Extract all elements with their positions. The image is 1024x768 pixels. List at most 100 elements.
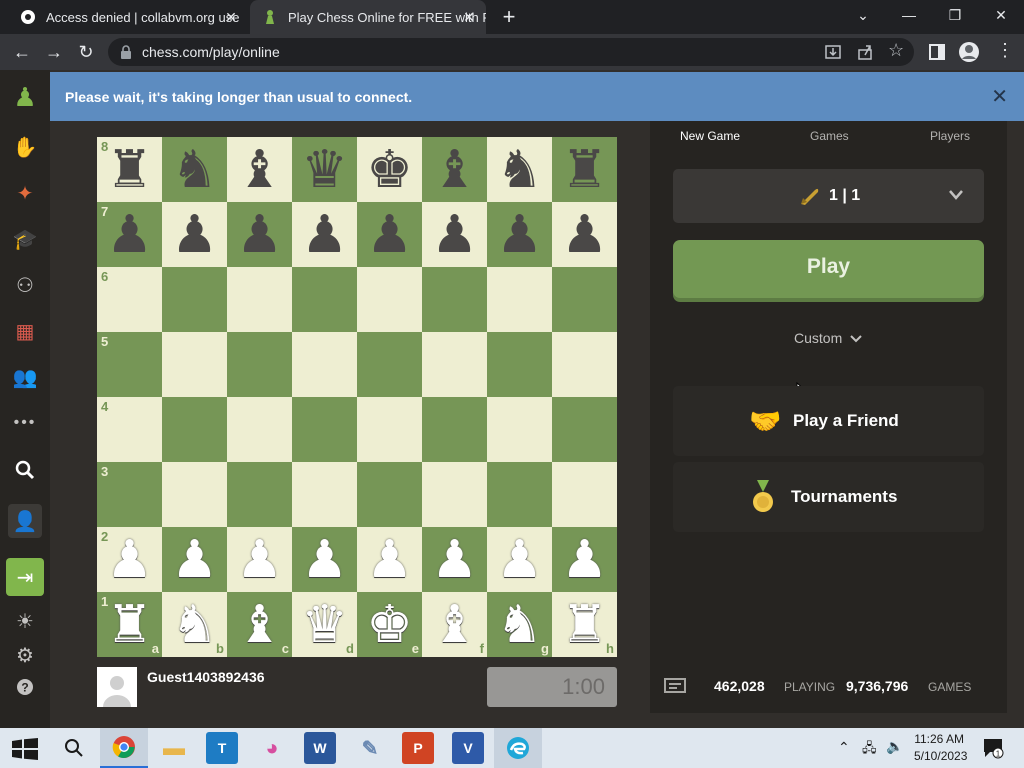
time-control-select[interactable]: 1 | 1 <box>673 169 984 223</box>
restore-icon[interactable]: ❐ <box>932 0 978 30</box>
notifications-icon[interactable]: 1 <box>982 737 1004 759</box>
login-icon[interactable]: ⇥ <box>6 558 44 596</box>
share-icon[interactable] <box>856 43 874 61</box>
learn-mortarboard-icon[interactable]: 🎓 <box>8 222 42 256</box>
close-notice-icon[interactable]: ✕ <box>991 84 1008 109</box>
taskbar-app-icon[interactable]: T <box>206 732 238 764</box>
reload-icon[interactable]: ↻ <box>70 34 102 70</box>
square-c3[interactable] <box>227 462 292 527</box>
square-c1[interactable]: ♝ c <box>227 592 292 657</box>
square-f3[interactable] <box>422 462 487 527</box>
square-g2[interactable]: ♟ <box>487 527 552 592</box>
taskbar-search-icon[interactable] <box>64 738 84 758</box>
square-f2[interactable]: ♟ <box>422 527 487 592</box>
white-piece[interactable]: ♟ <box>301 534 348 586</box>
black-piece[interactable]: ♝ <box>431 144 478 196</box>
square-h1[interactable]: ♜ h <box>552 592 617 657</box>
square-b6[interactable] <box>162 267 227 332</box>
square-a4[interactable]: 4 <box>97 397 162 462</box>
new-tab-icon[interactable]: + <box>498 6 520 28</box>
square-e8[interactable]: ♚ <box>357 137 422 202</box>
square-c2[interactable]: ♟ <box>227 527 292 592</box>
square-d8[interactable]: ♛ <box>292 137 357 202</box>
white-piece[interactable]: ♜ <box>561 599 608 651</box>
taskbar-powerpoint-icon[interactable]: P <box>402 732 434 764</box>
bookmark-star-icon[interactable]: ☆ <box>888 40 904 61</box>
square-f5[interactable] <box>422 332 487 397</box>
white-piece[interactable]: ♟ <box>496 534 543 586</box>
show-hidden-icons-icon[interactable]: ⌃ <box>838 739 850 756</box>
taskbar-edge-icon[interactable] <box>494 728 542 768</box>
address-bar[interactable]: chess.com/play/online <box>108 38 914 66</box>
square-e1[interactable]: ♚ e <box>357 592 422 657</box>
white-piece[interactable]: ♟ <box>561 534 608 586</box>
black-piece[interactable]: ♟ <box>106 209 153 261</box>
tab-games[interactable]: Games <box>810 129 849 143</box>
white-piece[interactable]: ♟ <box>366 534 413 586</box>
taskbar-paint3d-icon[interactable]: ◕ <box>256 732 288 764</box>
square-g4[interactable] <box>487 397 552 462</box>
square-d1[interactable]: ♛ d <box>292 592 357 657</box>
square-d6[interactable] <box>292 267 357 332</box>
black-piece[interactable]: ♞ <box>171 144 218 196</box>
black-piece[interactable]: ♚ <box>366 144 413 196</box>
white-piece[interactable]: ♟ <box>431 534 478 586</box>
square-a3[interactable]: 3 <box>97 462 162 527</box>
square-c5[interactable] <box>227 332 292 397</box>
tab-players[interactable]: Players <box>930 129 970 143</box>
square-a2[interactable]: ♟ 2 <box>97 527 162 592</box>
square-d4[interactable] <box>292 397 357 462</box>
close-tab-icon[interactable]: ✕ <box>222 8 240 26</box>
close-tab-icon[interactable]: ✕ <box>460 8 478 26</box>
square-a5[interactable]: 5 <box>97 332 162 397</box>
square-c8[interactable]: ♝ <box>227 137 292 202</box>
square-a1[interactable]: ♜ 1 a <box>97 592 162 657</box>
tournaments-button[interactable]: Tournaments <box>673 462 984 532</box>
search-icon[interactable] <box>8 453 42 487</box>
black-piece[interactable]: ♟ <box>431 209 478 261</box>
square-b4[interactable] <box>162 397 227 462</box>
black-piece[interactable]: ♟ <box>301 209 348 261</box>
square-h6[interactable] <box>552 267 617 332</box>
tab-search-chevron-icon[interactable]: ⌄ <box>840 0 886 30</box>
black-piece[interactable]: ♛ <box>301 144 348 196</box>
white-piece[interactable]: ♞ <box>496 599 543 651</box>
square-a8[interactable]: ♜ 8 <box>97 137 162 202</box>
tab-chess[interactable]: Play Chess Online for FREE with F ✕ <box>250 0 486 34</box>
square-e2[interactable]: ♟ <box>357 527 422 592</box>
square-b2[interactable]: ♟ <box>162 527 227 592</box>
square-b5[interactable] <box>162 332 227 397</box>
light-mode-icon[interactable]: ☀ <box>8 604 42 638</box>
white-piece[interactable]: ♜ <box>106 599 153 651</box>
taskbar-file-explorer-icon[interactable]: ▬ <box>158 732 190 764</box>
square-g1[interactable]: ♞ g <box>487 592 552 657</box>
square-e6[interactable] <box>357 267 422 332</box>
white-piece[interactable]: ♛ <box>301 599 348 651</box>
black-piece[interactable]: ♟ <box>236 209 283 261</box>
square-f6[interactable] <box>422 267 487 332</box>
close-window-icon[interactable]: ✕ <box>978 0 1024 30</box>
square-b8[interactable]: ♞ <box>162 137 227 202</box>
square-h4[interactable] <box>552 397 617 462</box>
square-e5[interactable] <box>357 332 422 397</box>
puzzles-icon[interactable]: ✦ <box>8 176 42 210</box>
square-c4[interactable] <box>227 397 292 462</box>
chat-icon[interactable] <box>664 678 686 696</box>
square-f7[interactable]: ♟ <box>422 202 487 267</box>
square-b1[interactable]: ♞ b <box>162 592 227 657</box>
white-piece[interactable]: ♟ <box>106 534 153 586</box>
more-dots-icon[interactable]: ••• <box>8 406 42 440</box>
black-piece[interactable]: ♞ <box>496 144 543 196</box>
watch-binoculars-icon[interactable]: ⚇ <box>8 268 42 302</box>
menu-dots-icon[interactable]: ⋮ <box>996 40 1014 61</box>
minimize-icon[interactable]: — <box>886 0 932 30</box>
black-piece[interactable]: ♜ <box>106 144 153 196</box>
square-d7[interactable]: ♟ <box>292 202 357 267</box>
white-piece[interactable]: ♟ <box>236 534 283 586</box>
square-h2[interactable]: ♟ <box>552 527 617 592</box>
taskbar-paint-icon[interactable]: ✎ <box>354 732 386 764</box>
tab-new-game[interactable]: New Game <box>680 129 740 143</box>
square-f1[interactable]: ♝ f <box>422 592 487 657</box>
install-app-icon[interactable] <box>824 43 842 61</box>
square-g7[interactable]: ♟ <box>487 202 552 267</box>
